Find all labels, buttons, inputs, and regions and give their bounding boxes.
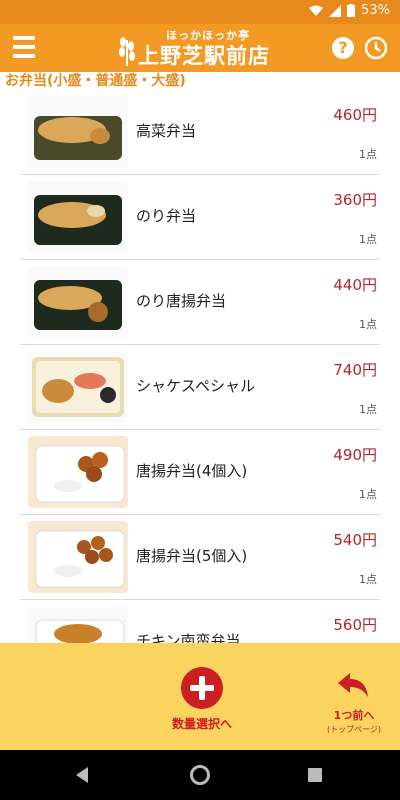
list-item[interactable]: 唐揚弁当(5個入) 540円 1点	[20, 515, 380, 600]
list-item[interactable]: シャケスペシャル 740円 1点	[20, 345, 380, 430]
item-price: 560円	[333, 616, 377, 634]
item-quantity: 1点	[359, 488, 377, 501]
back-arrow-icon	[338, 673, 368, 697]
quantity-select-button[interactable]: 数量選択へ	[162, 667, 242, 739]
item-name: シャケスペシャル	[136, 377, 255, 395]
category-title: お弁当(小盛・普通盛・大盛)	[5, 73, 186, 89]
item-name: 唐揚弁当(5個入)	[136, 547, 248, 565]
menu-list[interactable]: 高菜弁当 460円 1点 のり弁当 360円 1点 のり唐揚弁当 440円 1点	[0, 90, 400, 643]
bento-photo	[28, 521, 128, 593]
store-logo: ほっかほっか亭 上野芝駅前店	[108, 26, 298, 70]
action-footer: 数量選択へ 1つ前へ (トップページ)	[0, 643, 400, 750]
item-quantity: 1点	[359, 573, 377, 586]
list-item[interactable]: 高菜弁当 460円 1点	[20, 90, 380, 175]
back-label: 1つ前へ	[333, 709, 375, 722]
list-item[interactable]: 唐揚弁当(4個入) 490円 1点	[20, 430, 380, 515]
wifi-icon	[309, 5, 324, 16]
item-name: チキン南蛮弁当	[136, 632, 241, 643]
quantity-select-label: 数量選択へ	[171, 717, 232, 731]
item-name: 高菜弁当	[136, 122, 197, 140]
item-price: 740円	[333, 361, 377, 379]
item-name: のり唐揚弁当	[136, 292, 227, 310]
list-item[interactable]: のり唐揚弁当 440円 1点	[20, 260, 380, 345]
bento-photo	[28, 436, 128, 508]
store-name: 上野芝駅前店	[138, 44, 270, 68]
battery-icon	[347, 4, 356, 17]
clock-icon[interactable]	[364, 36, 388, 60]
bento-photo	[28, 606, 128, 643]
bento-photo	[28, 351, 128, 423]
help-button[interactable]: ?	[332, 37, 354, 59]
nav-back-icon[interactable]	[76, 767, 88, 783]
nav-recent-apps-icon[interactable]	[308, 768, 322, 782]
list-item[interactable]: チキン南蛮弁当 560円	[20, 600, 380, 643]
item-price: 540円	[333, 531, 377, 549]
plus-icon	[181, 667, 223, 709]
item-quantity: 1点	[359, 318, 377, 331]
item-quantity: 1点	[359, 233, 377, 246]
rice-plant-icon	[119, 37, 135, 66]
item-name: 唐揚弁当(4個入)	[136, 462, 248, 480]
item-quantity: 1点	[359, 148, 377, 161]
bento-photo	[28, 266, 128, 338]
bento-photo	[28, 181, 128, 253]
item-name: のり弁当	[136, 207, 197, 225]
item-price: 460円	[333, 106, 377, 124]
status-bar: 53%	[0, 0, 400, 24]
status-icons: 53%	[309, 3, 390, 18]
battery-level: 53%	[361, 3, 390, 18]
back-to-top-button[interactable]: 1つ前へ (トップページ)	[318, 671, 390, 735]
item-price: 440円	[333, 276, 377, 294]
bento-photo	[28, 96, 128, 168]
signal-icon	[329, 4, 342, 17]
item-price: 360円	[333, 191, 377, 209]
nav-home-icon[interactable]	[190, 765, 210, 785]
back-sub-label: (トップページ)	[326, 725, 382, 734]
menu-button[interactable]	[13, 36, 35, 58]
list-item[interactable]: のり弁当 360円 1点	[20, 175, 380, 260]
item-quantity: 1点	[359, 403, 377, 416]
item-price: 490円	[333, 446, 377, 464]
app-header: ほっかほっか亭 上野芝駅前店 ?	[0, 24, 400, 72]
system-navigation-bar	[0, 750, 400, 800]
